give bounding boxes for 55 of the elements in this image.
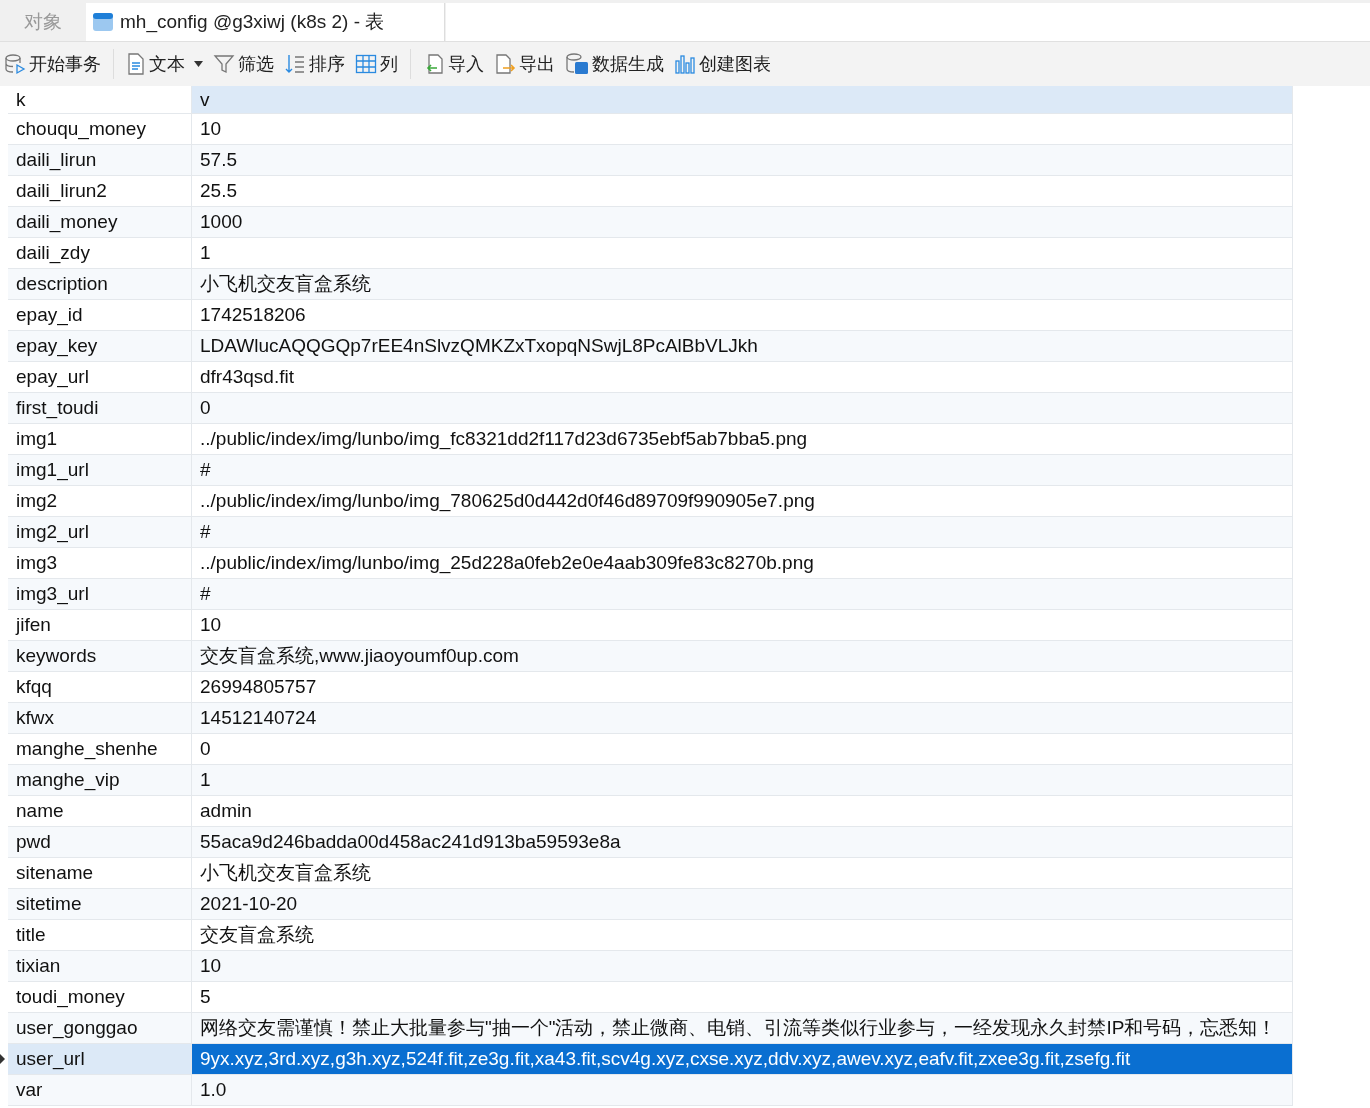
table-cell: img2_url (8, 517, 192, 547)
toolbar-button[interactable]: 导出 (490, 50, 559, 78)
export-icon (494, 53, 516, 75)
table-cell: daili_lirun (8, 145, 192, 175)
toolbar-button[interactable]: 导入 (419, 50, 488, 78)
table-cell: LDAWlucAQQGQp7rEE4nSlvzQMKZxTxopqNSwjL8PcAlBbVLJkh (192, 331, 1293, 361)
table-cell: # (192, 579, 1293, 609)
table-cell: img1_url (8, 455, 192, 485)
database-icon (565, 53, 589, 75)
table-cell: 9yx.xyz,3rd.xyz,g3h.xyz,524f.fit,ze3g.fit,xa43.fit,scv4g.xyz,cxse.xyz,ddv.xyz,awev.xyz,eafv.fit,zxee3g.fit,zsefg.fit (192, 1044, 1293, 1074)
table-cell: var (8, 1075, 192, 1105)
table-cell: pwd (8, 827, 192, 857)
table-cell: 55aca9d246badda00d458ac241d913ba59593e8a (192, 827, 1293, 857)
toolbar-button[interactable]: 创建图表 (670, 50, 775, 78)
table-cell: # (192, 517, 1293, 547)
table-cell: 交友盲盒系统,www.jiaoyoumf0up.com (192, 641, 1293, 671)
table-cell: description (8, 269, 192, 299)
table-cell: kfwx (8, 703, 192, 733)
toolbar-button[interactable]: 列 (351, 50, 402, 78)
table-cell: user_gonggao (8, 1013, 192, 1043)
table-cell: epay_key (8, 331, 192, 361)
table-cell: tixian (8, 951, 192, 981)
table-cell: img3_url (8, 579, 192, 609)
table-cell: 0 (192, 393, 1293, 423)
filter-icon (213, 53, 235, 75)
toolbar-button[interactable]: 开始事务 (0, 50, 105, 78)
table-icon (92, 11, 114, 33)
table-cell: 网络交友需谨慎！禁止大批量参与"抽一个"活动，禁止微商、电销、引流等类似行业参与，一经发现永久封禁IP和号码，忘悉知！ (192, 1013, 1293, 1043)
table-cell: 1 (192, 765, 1293, 795)
toolbar-button[interactable]: 筛选 (209, 50, 278, 78)
table-cell: 1.0 (192, 1075, 1293, 1105)
chart-icon (674, 53, 696, 75)
table-cell: 1000 (192, 207, 1293, 237)
table-cell: daili_money (8, 207, 192, 237)
database-icon (4, 53, 26, 75)
table-cell: user_url (8, 1044, 192, 1074)
table-cell: manghe_vip (8, 765, 192, 795)
toolbar-button[interactable]: 数据生成 (561, 50, 668, 78)
table-cell: first_toudi (8, 393, 192, 423)
toolbar-button[interactable]: 排序 (280, 50, 349, 78)
table-cell: 2021-10-20 (192, 889, 1293, 919)
grid-icon (355, 53, 377, 75)
sort-icon (284, 53, 306, 75)
document-icon (126, 53, 146, 75)
table-cell: 57.5 (192, 145, 1293, 175)
column-header[interactable]: v (192, 86, 1293, 113)
table-cell: 10 (192, 951, 1293, 981)
tab[interactable]: mh_config @g3xiwj (k8s 2) - 表 (86, 3, 446, 41)
caret-icon (194, 61, 203, 67)
table-cell: sitetime (8, 889, 192, 919)
table-cell: # (192, 455, 1293, 485)
table-cell: 小飞机交友盲盒系统 (192, 269, 1293, 299)
toolbar-button[interactable]: 文本 (122, 50, 207, 78)
table-cell: 14512140724 (192, 703, 1293, 733)
table-cell: keywords (8, 641, 192, 671)
